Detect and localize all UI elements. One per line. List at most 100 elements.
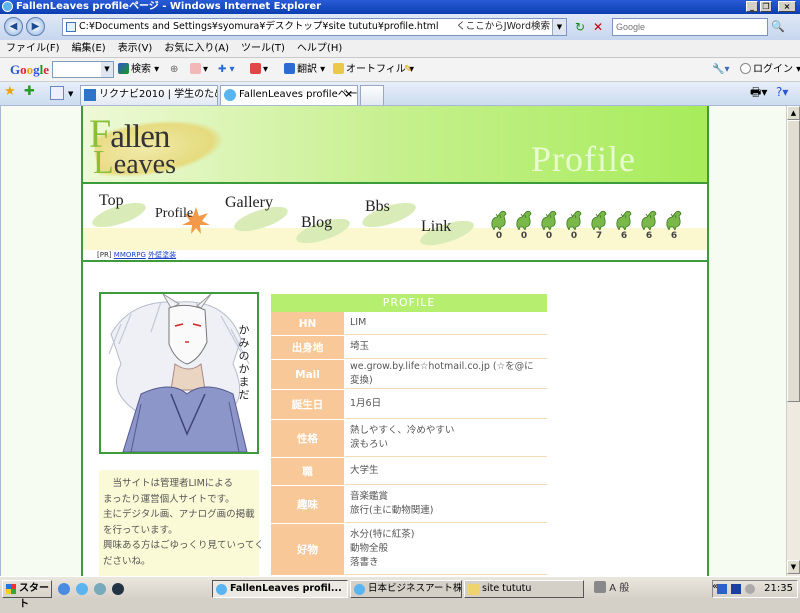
ime-icon	[594, 581, 606, 593]
nav-link-profile[interactable]: Profile	[155, 206, 193, 222]
jword-search-label[interactable]: くここからJWord検索	[456, 19, 550, 35]
menu-view[interactable]: 表示(V)	[112, 40, 159, 58]
volume-icon[interactable]	[745, 584, 755, 594]
tab-fallenleaves[interactable]: FallenLeaves profileペー... ×	[220, 85, 358, 105]
translate-icon	[284, 63, 295, 74]
logo-line-2: Leaves	[93, 144, 176, 181]
menu-file[interactable]: ファイル(F)	[0, 40, 66, 58]
scroll-down-icon[interactable]: ▼	[787, 560, 800, 574]
tab-rikunabi[interactable]: リクナビ2010 | 学生のための...	[80, 85, 218, 105]
menu-help[interactable]: ヘルプ(H)	[291, 40, 348, 58]
help-icon[interactable]: ?▾	[776, 84, 788, 100]
login-label: ログイン	[753, 64, 793, 75]
counter-digit: 0	[487, 208, 511, 248]
autofill-label: オートフィル	[346, 64, 406, 75]
dinosaur-icon	[566, 210, 582, 230]
profile-value-line: 落書き	[350, 557, 379, 568]
nav-link-gallery[interactable]: Gallery	[225, 194, 273, 212]
nav-link-bbs[interactable]: Bbs	[365, 198, 390, 216]
ime-language-bar[interactable]: A 般	[594, 581, 710, 597]
quicklaunch-icon[interactable]	[58, 583, 70, 595]
menu-favorites[interactable]: お気に入り(A)	[158, 40, 235, 58]
profile-value-line: LIM	[350, 317, 367, 328]
search-input[interactable]	[612, 18, 768, 36]
dinosaur-icon	[616, 210, 632, 230]
taskbar-window-label: 日本ビジネスアート株式会...	[368, 583, 462, 594]
profile-value: 水分(特に紅茶) 動物全般 落書き	[345, 524, 547, 575]
start-button[interactable]: スタート	[2, 580, 52, 610]
profile-row: 性格 熱しやすく、冷めやすい 涙もろい	[271, 420, 547, 458]
vertical-scrollbar[interactable]: ▲ ▼	[786, 106, 800, 576]
google-search-label: 検索	[131, 64, 151, 75]
google-search-box[interactable]: ▼	[52, 61, 114, 78]
windows-logo-icon	[6, 584, 16, 594]
pr-links: [PR] MMORPG 外壁塗装	[97, 250, 176, 260]
nav-link-link[interactable]: Link	[421, 218, 451, 236]
ie-logo-icon	[2, 1, 13, 12]
tab-label: FallenLeaves profileペー...	[239, 89, 358, 100]
quicklaunch-ie-icon[interactable]	[76, 583, 88, 595]
address-dropdown-icon[interactable]: ▼	[552, 19, 566, 35]
taskbar-window-folder[interactable]: site tututu	[464, 580, 584, 598]
zoom-icon[interactable]: ⊕	[170, 62, 178, 78]
tab-list-dropdown-icon[interactable]: ▼	[68, 86, 73, 102]
quicklaunch-icon[interactable]	[112, 583, 124, 595]
print-icon[interactable]: 🖶▾	[750, 84, 767, 100]
minimize-button[interactable]: _	[746, 1, 758, 12]
refresh-icon[interactable]: ↻	[572, 19, 588, 35]
taskbar-window-business-art[interactable]: 日本ビジネスアート株式会...	[350, 580, 462, 598]
google-search-icon	[118, 63, 129, 74]
scroll-thumb[interactable]	[787, 120, 800, 402]
translate-button[interactable]: 翻訳 ▾	[284, 62, 325, 78]
counter-digit-value: 0	[495, 231, 503, 241]
autofill-button[interactable]: オートフィル ▾	[333, 62, 414, 78]
nav-link-top[interactable]: Top	[99, 192, 124, 210]
new-tab-button[interactable]	[360, 85, 384, 105]
pr-link-paint[interactable]: 外壁塗装	[148, 251, 176, 259]
google-dropdown-icon[interactable]: ▼	[101, 62, 113, 77]
media-icon[interactable]	[731, 584, 741, 594]
add-icon[interactable]: ✚ ▾	[218, 62, 235, 78]
counter-digit-value: 0	[520, 231, 528, 241]
translate-label: 翻訳	[297, 64, 317, 75]
search-icon[interactable]: 🔍	[770, 18, 786, 36]
profile-value-line: 涙もろい	[350, 439, 389, 450]
taskbar-window-label: site tututu	[482, 583, 532, 594]
nav-link-blog[interactable]: Blog	[301, 214, 332, 232]
menu-tools[interactable]: ツール(T)	[235, 40, 291, 58]
bookmark-icon[interactable]: ▾	[190, 62, 208, 78]
close-tab-icon[interactable]: ×	[345, 86, 353, 104]
profile-key: 性格	[271, 420, 345, 457]
highlight-icon[interactable]: ✎	[404, 62, 412, 78]
back-button[interactable]: ◀	[4, 17, 23, 36]
rikunabi-favicon	[84, 89, 96, 101]
counter-digit-value: 0	[570, 231, 578, 241]
taskbar-window-label: FallenLeaves profil...	[230, 583, 342, 594]
pr-link-mmorpg[interactable]: MMORPG	[114, 251, 146, 259]
add-favorite-icon[interactable]: ✚	[24, 84, 35, 100]
quicklaunch-icon[interactable]	[94, 583, 106, 595]
profile-value: 1月6日	[345, 390, 547, 419]
network-icon[interactable]	[717, 584, 727, 594]
address-url: C:¥Documents and Settings¥syomura¥デスクトップ…	[79, 21, 439, 32]
forward-button[interactable]: ▶	[26, 17, 45, 36]
ie-icon	[216, 584, 227, 595]
menu-bar: ファイル(F) 編集(E) 表示(V) お気に入り(A) ツール(T) ヘルプ(H)	[0, 40, 800, 58]
scroll-up-icon[interactable]: ▲	[787, 106, 800, 120]
stop-icon[interactable]: ✕	[590, 19, 606, 35]
profile-value-line: 水分(特に紅茶)	[350, 529, 415, 540]
taskbar-window-fallenleaves[interactable]: FallenLeaves profil...	[212, 580, 348, 598]
close-window-button[interactable]: ×	[778, 1, 796, 12]
popup-blocker-icon[interactable]: ▾	[250, 62, 268, 78]
address-bar[interactable]: C:¥Documents and Settings¥syomura¥デスクトップ…	[62, 18, 567, 36]
menu-edit[interactable]: 編集(E)	[66, 40, 112, 58]
login-button[interactable]: ログイン ▾	[740, 62, 800, 78]
banner-page-word: Profile	[531, 139, 636, 179]
google-search-button[interactable]: 検索 ▾	[118, 62, 159, 78]
quick-tabs-icon[interactable]	[50, 86, 64, 100]
profile-value: LIM	[345, 312, 547, 335]
favorites-star-icon[interactable]: ★	[4, 84, 16, 100]
restore-button[interactable]: ❐	[760, 1, 772, 12]
pr-label: [PR]	[97, 251, 112, 259]
wrench-icon[interactable]: 🔧▾	[712, 62, 729, 78]
